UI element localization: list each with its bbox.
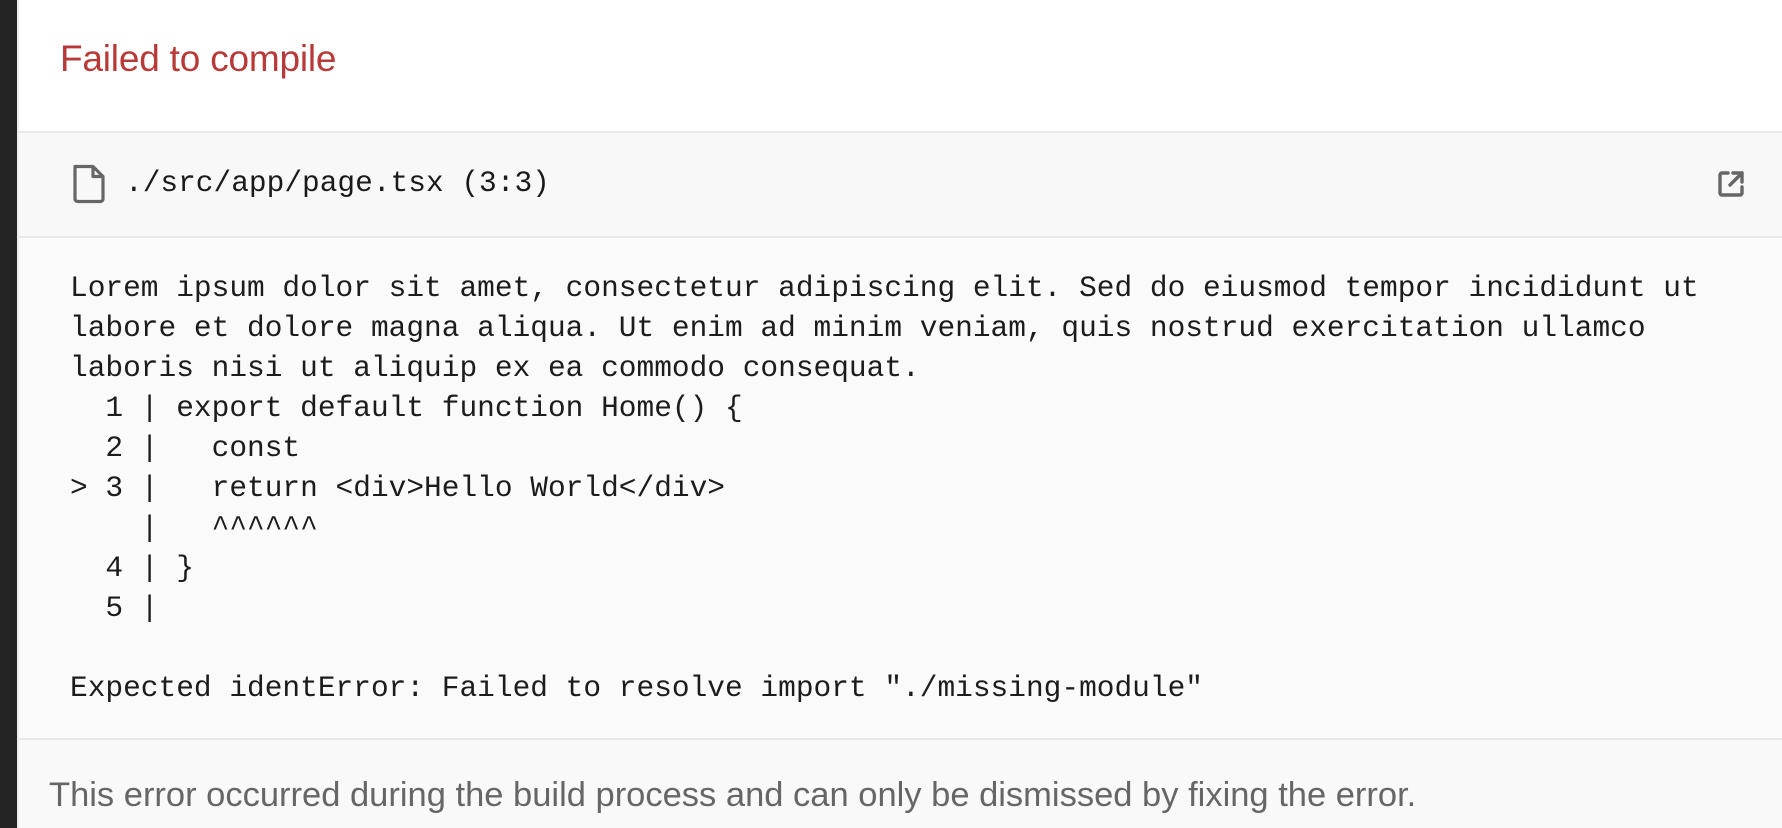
- open-in-editor-button[interactable]: [1716, 169, 1746, 199]
- code-line-5: 5 |: [70, 591, 159, 625]
- backdrop-edge: [0, 0, 17, 828]
- file-icon: [71, 163, 107, 205]
- error-message-line: laboris nisi ut aliquip ex ea commodo co…: [70, 351, 920, 385]
- code-line-3-highlighted: > 3 | return <div>Hello World</div>: [70, 471, 726, 505]
- error-message-line: labore et dolore magna aliqua. Ut enim a…: [70, 311, 1646, 345]
- code-frame: Lorem ipsum dolor sit amet, consectetur …: [70, 268, 1699, 708]
- error-detail-line: Expected identError: Failed to resolve i…: [70, 671, 1203, 705]
- overlay-footer: This error occurred during the build pro…: [19, 738, 1782, 828]
- code-line-2: 2 | const: [70, 431, 301, 465]
- overlay-header: Failed to compile: [19, 0, 1782, 133]
- file-location-bar: ./src/app/page.tsx (3:3): [19, 133, 1782, 238]
- error-pointer-line: | ^^^^^^: [70, 511, 318, 545]
- error-message-line: Lorem ipsum dolor sit amet, consectetur …: [70, 271, 1699, 305]
- code-line-4: 4 | }: [70, 551, 194, 585]
- file-path-link[interactable]: ./src/app/page.tsx (3:3): [125, 163, 550, 203]
- code-line-1: 1 | export default function Home() {: [70, 391, 743, 425]
- external-link-icon: [1718, 171, 1744, 197]
- footer-message: This error occurred during the build pro…: [49, 776, 1417, 814]
- error-title: Failed to compile: [60, 38, 337, 79]
- build-error-overlay: Failed to compile ./src/app/page.tsx (3:…: [19, 0, 1782, 828]
